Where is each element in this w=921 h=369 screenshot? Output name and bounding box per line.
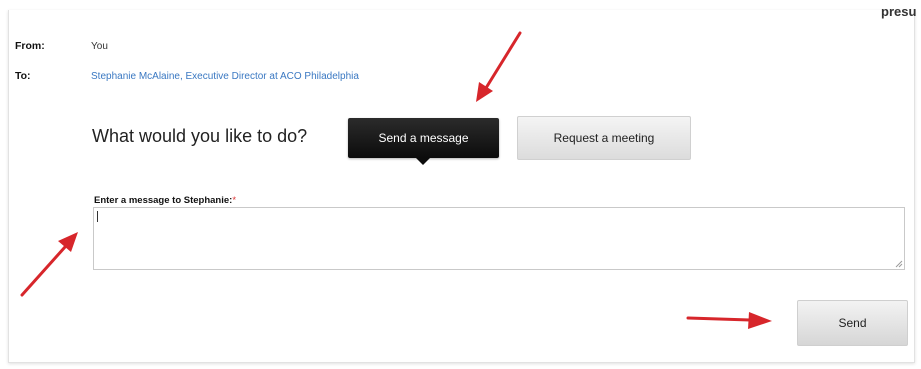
compose-page: presu From: You To: Stephanie McAlaine, …: [0, 0, 921, 369]
from-value: You: [91, 41, 108, 52]
action-question: What would you like to do?: [92, 126, 308, 146]
to-recipient-link[interactable]: Stephanie McAlaine, Executive Director a…: [91, 71, 359, 82]
send-button[interactable]: Send: [797, 300, 908, 346]
required-asterisk: *: [232, 195, 237, 206]
request-meeting-label: Request a meeting: [553, 131, 655, 145]
clipped-heading-text: presu: [881, 4, 917, 19]
message-textarea[interactable]: [93, 207, 905, 270]
to-label: To:: [15, 70, 31, 82]
selected-caret-icon: [416, 158, 430, 165]
send-button-label: Send: [838, 316, 867, 330]
message-label-text: Enter a message to Stephanie:: [94, 195, 233, 206]
send-message-button[interactable]: Send a message: [348, 118, 499, 165]
compose-panel: presu: [8, 4, 916, 363]
send-message-label: Send a message: [378, 131, 469, 145]
request-meeting-button[interactable]: Request a meeting: [517, 116, 691, 160]
resize-grip-icon[interactable]: [895, 260, 903, 268]
from-label: From:: [15, 40, 45, 52]
message-field-label: Enter a message to Stephanie:*: [94, 195, 236, 206]
text-cursor: [97, 211, 98, 222]
